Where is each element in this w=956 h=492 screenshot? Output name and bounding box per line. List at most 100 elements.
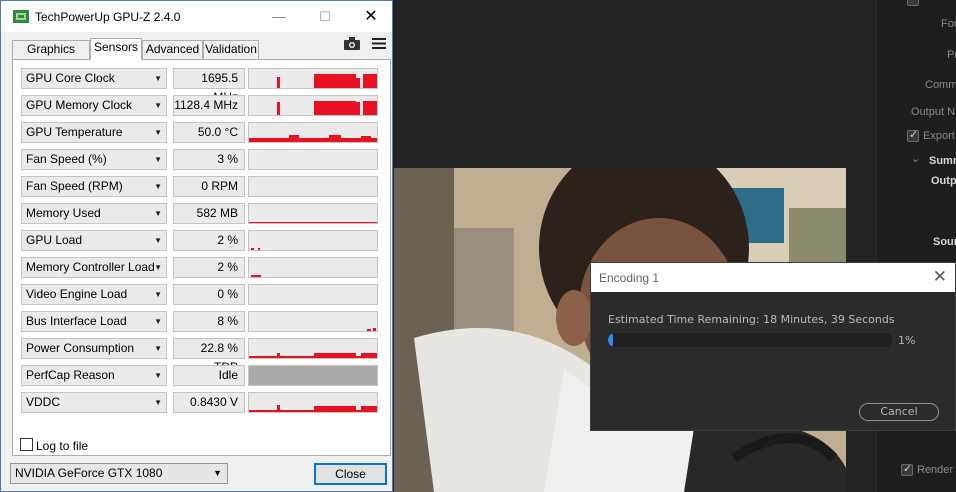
- source-summary-label: Sour: [933, 236, 956, 248]
- tab-validation[interactable]: Validation: [203, 40, 259, 59]
- sensor-graph-bar: [361, 136, 371, 139]
- sensor-row: GPU Temperature ▼ 50.0 °C: [21, 122, 378, 143]
- camera-icon[interactable]: [343, 37, 361, 50]
- sensor-name: Video Engine Load: [26, 287, 128, 301]
- sensor-name-dropdown[interactable]: Bus Interface Load ▼: [21, 311, 167, 332]
- format-label: Forr: [941, 18, 956, 30]
- summary-label: Summ: [929, 155, 956, 167]
- tab-graphics-card[interactable]: Graphics Card: [12, 40, 90, 73]
- chevron-down-icon: ▼: [154, 128, 162, 137]
- sensor-name-dropdown[interactable]: Memory Controller Load ▼: [21, 257, 167, 278]
- comments-label: Comme: [925, 79, 956, 91]
- sensor-value: 3 %: [173, 149, 245, 170]
- sensor-row: Bus Interface Load ▼ 8 %: [21, 311, 378, 332]
- close-button[interactable]: Close: [314, 463, 387, 485]
- sensor-name: Bus Interface Load: [26, 314, 127, 328]
- sensor-name: PerfCap Reason: [26, 368, 115, 382]
- sensor-graph: [248, 338, 378, 359]
- sensor-value: 22.8 % TDP: [173, 338, 245, 374]
- sensor-graph: [248, 230, 378, 251]
- sensor-name: Memory Used: [26, 206, 101, 220]
- render-checkbox[interactable]: [901, 462, 913, 476]
- sensor-name-dropdown[interactable]: GPU Temperature ▼: [21, 122, 167, 143]
- sensor-value: 0.8430 V: [173, 392, 245, 413]
- sensor-graph-bar: [363, 74, 377, 88]
- encoding-progress-fill: [608, 333, 613, 347]
- summary-chevron-icon[interactable]: ⌄: [911, 152, 920, 165]
- export-settings-checkbox[interactable]: [907, 0, 919, 6]
- sensor-graph-bar: [251, 275, 261, 277]
- sensor-value: Idle: [173, 365, 245, 386]
- gpu-select-value: NVIDIA GeForce GTX 1080: [15, 466, 163, 480]
- sensor-row: Memory Used ▼ 582 MB: [21, 203, 378, 224]
- sensor-graph-bar: [314, 406, 356, 412]
- sensor-name: Fan Speed (%): [26, 152, 107, 166]
- sensor-graph-bar: [277, 353, 280, 358]
- log-to-file-label: Log to file: [36, 439, 89, 453]
- close-icon[interactable]: ✕: [933, 267, 947, 287]
- sensor-name-dropdown[interactable]: VDDC ▼: [21, 392, 167, 413]
- sensor-name: Memory Controller Load: [26, 260, 155, 274]
- minimize-button[interactable]: —: [256, 1, 302, 32]
- sensor-graph-bar: [249, 356, 377, 358]
- sensor-name: GPU Load: [26, 233, 83, 247]
- chevron-down-icon: ▼: [154, 290, 162, 299]
- encoding-title: Encoding 1: [599, 271, 660, 285]
- chevron-down-icon: ▼: [154, 74, 162, 83]
- gpuz-titlebar[interactable]: TechPowerUp GPU-Z 2.4.0 — ☐ ✕: [1, 1, 392, 32]
- sensor-value: 1128.4 MHz: [173, 95, 245, 116]
- sensor-graph-plot: [249, 366, 377, 385]
- sensor-row: Video Engine Load ▼ 0 %: [21, 284, 378, 305]
- sensor-graph-plot: [367, 328, 376, 331]
- sensor-name-dropdown[interactable]: Memory Used ▼: [21, 203, 167, 224]
- sensor-graph: [248, 284, 378, 305]
- sensor-row: Power Consumption ▼ 22.8 % TDP: [21, 338, 378, 374]
- sensor-graph-bar: [329, 135, 341, 138]
- chevron-down-icon: ▼: [154, 182, 162, 191]
- chevron-down-icon: ▼: [154, 371, 162, 380]
- sensor-graph-plot: [277, 101, 377, 115]
- output-summary-label: Outp: [931, 175, 956, 187]
- export-video-checkbox[interactable]: [907, 128, 919, 142]
- cancel-button[interactable]: Cancel: [859, 403, 939, 421]
- sensor-row: Memory Controller Load ▼ 2 %: [21, 257, 378, 278]
- tab-advanced[interactable]: Advanced: [142, 40, 203, 59]
- sensor-name-dropdown[interactable]: PerfCap Reason ▼: [21, 365, 167, 386]
- sensor-name-dropdown[interactable]: Fan Speed (RPM) ▼: [21, 176, 167, 197]
- sensor-graph-bar: [314, 74, 356, 88]
- sensor-name: Power Consumption: [26, 341, 135, 355]
- gpuz-window: TechPowerUp GPU-Z 2.4.0 — ☐ ✕ Graphics C…: [0, 0, 393, 492]
- tab-sensors[interactable]: Sensors: [90, 38, 142, 60]
- sensor-name-dropdown[interactable]: GPU Memory Clock ▼: [21, 95, 167, 116]
- sensor-name-dropdown[interactable]: GPU Load ▼: [21, 230, 167, 251]
- sensor-name-dropdown[interactable]: Power Consumption ▼: [21, 338, 167, 359]
- sensor-row: Fan Speed (%) ▼ 3 %: [21, 149, 378, 170]
- sensor-name-dropdown[interactable]: Fan Speed (%) ▼: [21, 149, 167, 170]
- sensor-graph-bar: [361, 353, 377, 358]
- sensor-name-dropdown[interactable]: GPU Core Clock ▼: [21, 68, 167, 89]
- sensor-graph-bar: [277, 77, 280, 88]
- sensor-graph: [248, 257, 378, 278]
- sensor-graph: [248, 392, 378, 413]
- sensor-value: 582 MB: [173, 203, 245, 224]
- sensor-row: GPU Core Clock ▼ 1695.5 MHz: [21, 68, 378, 104]
- chevron-down-icon: ▼: [154, 101, 162, 110]
- hamburger-menu-icon[interactable]: [372, 38, 386, 49]
- window-title: TechPowerUp GPU-Z 2.4.0: [35, 10, 181, 24]
- estimated-time-remaining: Estimated Time Remaining: 18 Minutes, 39…: [608, 313, 895, 326]
- maximize-button[interactable]: ☐: [302, 1, 348, 32]
- gpuz-app-icon: [13, 10, 29, 23]
- log-to-file-checkbox[interactable]: [20, 438, 33, 451]
- chevron-down-icon: ▼: [154, 398, 162, 407]
- sensor-row: GPU Memory Clock ▼ 1128.4 MHz: [21, 95, 378, 116]
- sensor-graph: [248, 68, 378, 89]
- sensor-graph: [248, 365, 378, 386]
- sensor-graph-bar: [277, 405, 280, 412]
- gpu-select-dropdown[interactable]: NVIDIA GeForce GTX 1080 ▼: [10, 463, 228, 484]
- sensor-graph: [248, 311, 378, 332]
- chevron-down-icon: ▼: [154, 236, 162, 245]
- close-window-button[interactable]: ✕: [348, 1, 394, 32]
- sensor-graph-bar: [363, 101, 377, 115]
- sensor-name-dropdown[interactable]: Video Engine Load ▼: [21, 284, 167, 305]
- encoding-titlebar[interactable]: Encoding 1 ✕: [591, 263, 955, 292]
